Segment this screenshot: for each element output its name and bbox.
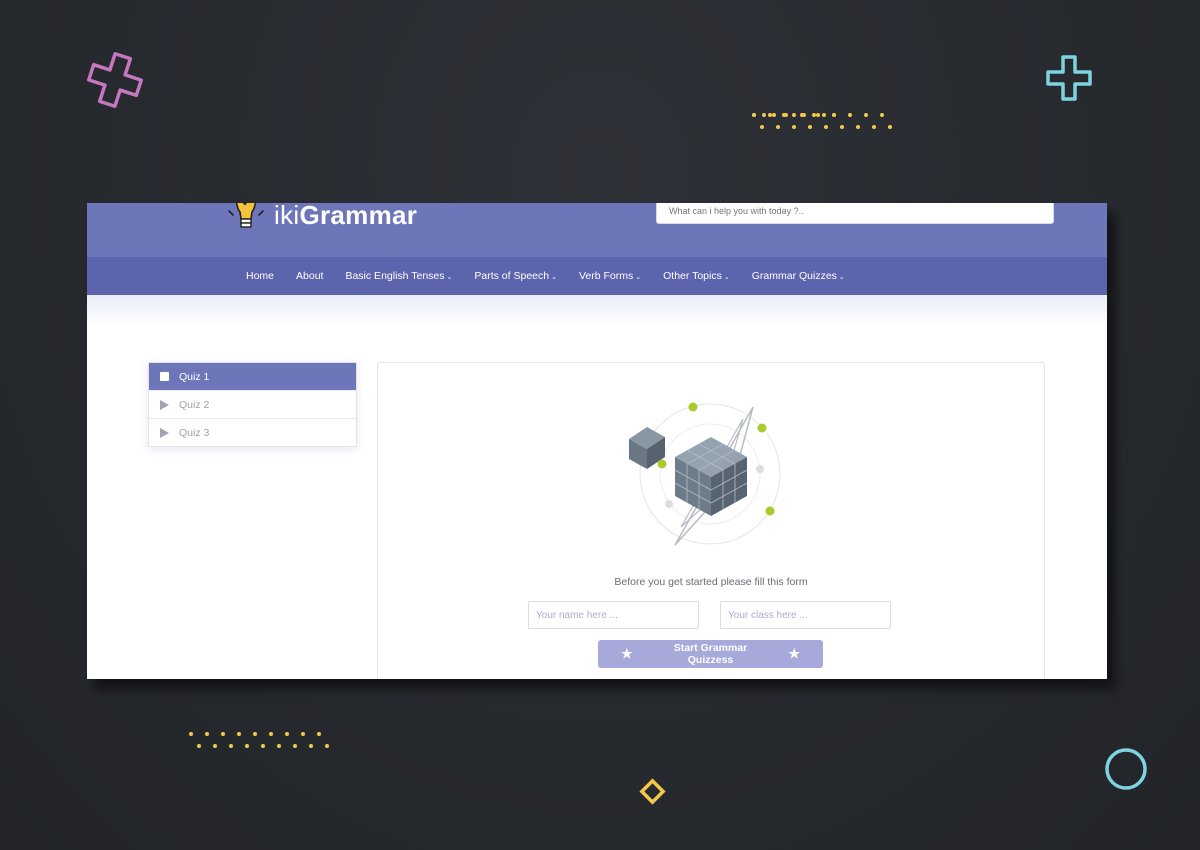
- start-button-label: Start Grammar Quizzess: [673, 642, 748, 666]
- nav-label: Verb Forms: [578, 270, 634, 282]
- nav-shadow: [87, 295, 1107, 325]
- nav-label: Home: [246, 270, 275, 282]
- star-icon: ★: [788, 646, 800, 661]
- cube-illustration: [629, 402, 781, 546]
- quiz-label: Quiz 1: [179, 370, 210, 383]
- quiz-label: Quiz 3: [179, 426, 210, 439]
- plus-outline-pink-icon: [87, 52, 143, 108]
- quiz-item-1[interactable]: Quiz 1: [149, 363, 356, 390]
- nav-label: Grammar Quizzes: [751, 270, 837, 282]
- class-input[interactable]: [720, 601, 891, 629]
- nav-item-other-topics[interactable]: Other Topics ⌄: [663, 270, 730, 282]
- lightbulb-check-icon: [228, 203, 264, 228]
- nav-label: Basic English Tenses: [345, 270, 445, 282]
- play-icon: [160, 427, 169, 438]
- square-icon: [160, 372, 169, 381]
- quiz-list: Quiz 1 Quiz 2 Quiz 3: [148, 362, 357, 447]
- circle-outline-icon: [1105, 748, 1147, 790]
- logo-prefix: iki: [274, 203, 300, 230]
- chevron-down-icon: ⌄: [551, 274, 557, 281]
- name-input[interactable]: [528, 601, 699, 629]
- nav-item-basic-english-tenses[interactable]: Basic English Tenses ⌄: [345, 270, 452, 282]
- chevron-down-icon: ⌄: [723, 274, 730, 281]
- nav-label: Other Topics: [663, 270, 722, 282]
- nav-item-grammar-quizzes[interactable]: Grammar Quizzes ⌄: [752, 270, 845, 282]
- chevron-down-icon: ⌄: [838, 274, 845, 281]
- site-logo[interactable]: ikiGrammar: [220, 203, 417, 235]
- chevron-down-icon: ⌄: [446, 274, 453, 281]
- quiz-label: Quiz 2: [179, 398, 210, 411]
- nav-item-parts-of-speech[interactable]: Parts of Speech ⌄: [474, 270, 557, 282]
- play-icon: [160, 399, 169, 410]
- dot-pattern-top-row2: [760, 125, 904, 129]
- website-screenshot: ikiGrammar Home About Basic English Tens…: [87, 203, 1107, 679]
- quiz-item-3[interactable]: Quiz 3: [149, 418, 356, 446]
- dot-pattern-bottom-row2: [197, 744, 341, 748]
- nav-item-about[interactable]: About: [296, 270, 323, 282]
- quiz-start-panel: Before you get started please fill this …: [377, 362, 1045, 679]
- quiz-item-2[interactable]: Quiz 2: [149, 390, 356, 418]
- start-quiz-button[interactable]: ★ Start Grammar Quizzess ★: [598, 640, 823, 668]
- nav-label: Parts of Speech: [474, 270, 550, 282]
- dot-pattern-top-row1b: [752, 113, 896, 117]
- diamond-outline-icon: [639, 778, 666, 805]
- form-intro-text: Before you get started please fill this …: [614, 576, 808, 588]
- main-nav: Home About Basic English Tenses ⌄ Parts o…: [87, 257, 1107, 295]
- search-input[interactable]: [656, 203, 1054, 224]
- site-header: ikiGrammar: [87, 203, 1107, 257]
- chevron-down-icon: ⌄: [635, 274, 642, 281]
- nav-item-home[interactable]: Home: [246, 270, 274, 282]
- logo-wordmark: ikiGrammar: [274, 203, 417, 231]
- logo-main: Grammar: [299, 203, 418, 230]
- dot-pattern-bottom: [189, 732, 333, 736]
- star-icon: ★: [621, 646, 633, 661]
- nav-item-verb-forms[interactable]: Verb Forms ⌄: [579, 270, 641, 282]
- nav-label: About: [296, 270, 324, 282]
- plus-outline-cyan-icon: [1046, 55, 1092, 101]
